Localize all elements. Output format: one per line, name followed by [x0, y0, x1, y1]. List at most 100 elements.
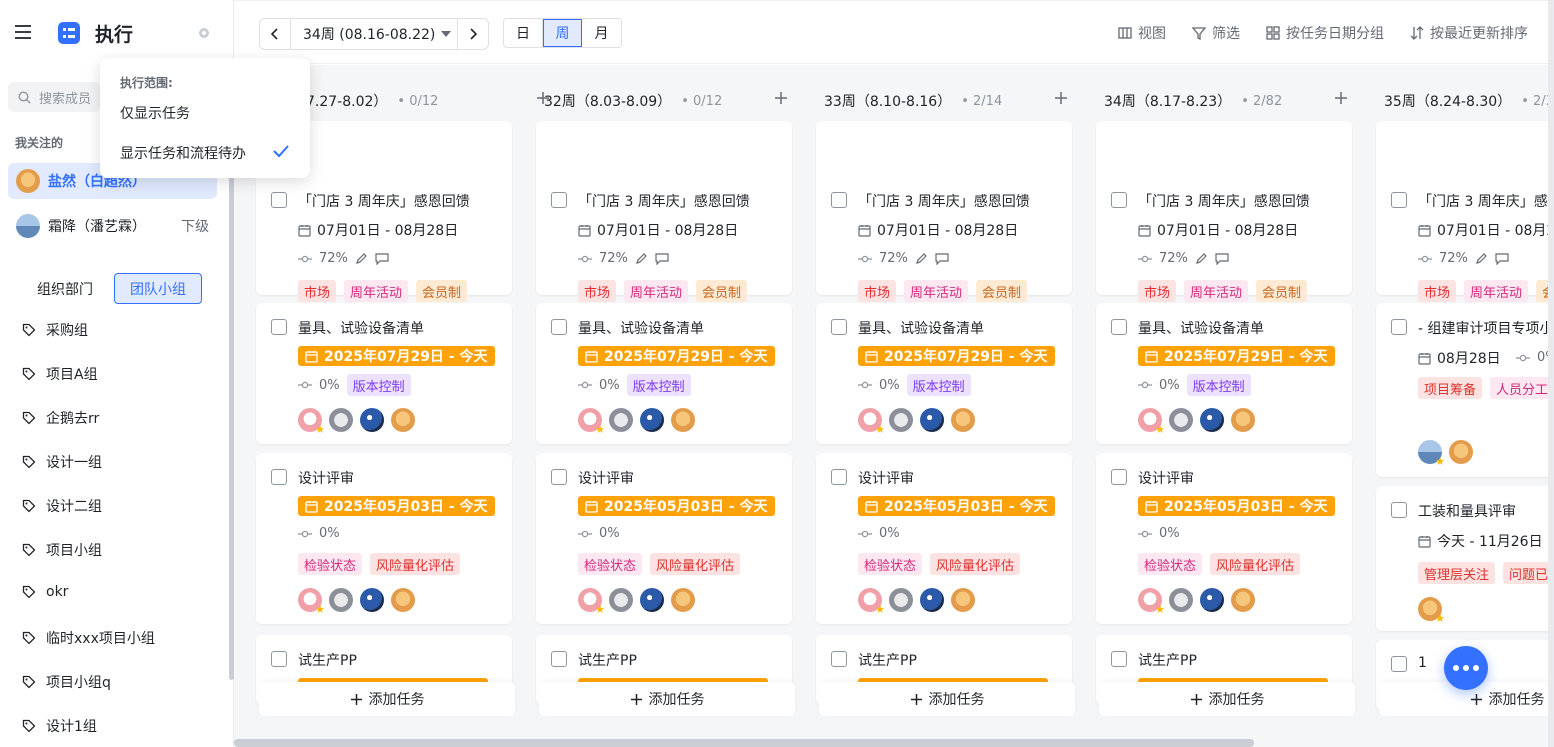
task-checkbox[interactable]	[1391, 192, 1407, 208]
comment-icon[interactable]	[1495, 252, 1509, 265]
avatar[interactable]	[329, 588, 353, 612]
add-task-button[interactable]: 添加任务	[539, 682, 795, 716]
group-item[interactable]: 项目小组q	[22, 672, 111, 692]
edit-icon[interactable]	[915, 252, 928, 265]
task-checkbox[interactable]	[1111, 651, 1127, 667]
group-item[interactable]: 项目A组	[22, 364, 98, 384]
avatar[interactable]	[951, 588, 975, 612]
person-item[interactable]: 霜降（潘艺霖） 下级	[8, 208, 217, 244]
task-checkbox[interactable]	[1111, 319, 1127, 335]
edit-icon[interactable]	[635, 252, 648, 265]
task-checkbox[interactable]	[1391, 502, 1407, 518]
add-task-button[interactable]: 添加任务	[259, 682, 515, 716]
task-checkbox[interactable]	[271, 319, 287, 335]
task-checkbox[interactable]	[271, 192, 287, 208]
task-card[interactable]: 设计评审 2025年05月03日 - 今天 0% 检验状态 风险量化评估 ★	[1096, 453, 1352, 624]
more-actions-button[interactable]	[1444, 646, 1488, 690]
avatar[interactable]	[1169, 408, 1193, 432]
avatar[interactable]	[889, 408, 913, 432]
avatar[interactable]	[329, 408, 353, 432]
task-card[interactable]: 量具、试验设备清单 2025年07月29日 - 今天 0% 版本控制 ★	[816, 303, 1072, 444]
group-item[interactable]: 设计1组	[22, 716, 97, 736]
avatar[interactable]	[391, 408, 415, 432]
group-item[interactable]: 采购组	[22, 320, 88, 340]
avatar[interactable]	[391, 588, 415, 612]
group-item[interactable]: 设计一组	[22, 452, 102, 472]
search-member-input[interactable]: 搜索成员	[8, 82, 100, 112]
avatar[interactable]	[1200, 588, 1224, 612]
tab-day[interactable]: 日	[504, 19, 543, 47]
task-card[interactable]: - 组建审计项目专项小组 08月28日 0% 项目筹备人员分工时间规划 ★	[1376, 303, 1548, 477]
add-icon[interactable]	[774, 91, 788, 105]
board-horizontal-scrollbar[interactable]	[234, 739, 1254, 747]
task-checkbox[interactable]	[831, 319, 847, 335]
option-tasks-only[interactable]: 仅显示任务	[120, 103, 190, 123]
sort-by-update-button[interactable]: 按最近更新排序	[1410, 23, 1528, 43]
avatar[interactable]	[951, 408, 975, 432]
avatar[interactable]: ★	[298, 588, 325, 615]
task-checkbox[interactable]	[831, 469, 847, 485]
avatar[interactable]	[671, 588, 695, 612]
filter-button[interactable]: 筛选	[1192, 23, 1240, 43]
avatar[interactable]	[920, 408, 944, 432]
avatar[interactable]: ★	[578, 408, 605, 435]
task-checkbox[interactable]	[831, 192, 847, 208]
avatar[interactable]	[1449, 440, 1473, 464]
view-button[interactable]: 视图	[1118, 23, 1166, 43]
avatar[interactable]: ★	[858, 408, 885, 435]
task-card[interactable]: 「门店 3 周年庆」感恩回馈 07月01日 - 08月28日 72% 市场周年活动会员…	[816, 121, 1072, 343]
add-icon[interactable]	[1054, 91, 1068, 105]
task-checkbox[interactable]	[1391, 319, 1407, 335]
add-task-button[interactable]: 添加任务	[819, 682, 1075, 716]
task-checkbox[interactable]	[271, 651, 287, 667]
comment-icon[interactable]	[375, 252, 389, 265]
task-checkbox[interactable]	[551, 319, 567, 335]
group-by-date-button[interactable]: 按任务日期分组	[1266, 23, 1384, 43]
task-card[interactable]: 「门店 3 周年庆」感恩回馈 07月01日 - 08月28日 72% 市场周年活动会员…	[1376, 121, 1548, 343]
tab-org-department[interactable]: 组织部门	[22, 273, 108, 304]
avatar[interactable]: ★	[858, 588, 885, 615]
avatar[interactable]	[671, 408, 695, 432]
task-card[interactable]: 设计评审 2025年05月03日 - 今天 0% 检验状态 风险量化评估 ★	[816, 453, 1072, 624]
avatar[interactable]	[1200, 408, 1224, 432]
task-card[interactable]: 「门店 3 周年庆」感恩回馈 07月01日 - 08月28日 72% 市场周年活动会员…	[1096, 121, 1352, 343]
prev-week-button[interactable]	[260, 28, 290, 40]
gear-icon[interactable]	[197, 26, 211, 40]
comment-icon[interactable]	[655, 252, 669, 265]
task-card[interactable]: 设计评审 2025年05月03日 - 今天 0% 检验状态 风险量化评估 ★	[536, 453, 792, 624]
avatar[interactable]	[609, 408, 633, 432]
task-card[interactable]: 设计评审 2025年05月03日 - 今天 0% 检验状态 风险量化评估 ★	[256, 453, 512, 624]
avatar[interactable]	[640, 588, 664, 612]
comment-icon[interactable]	[1215, 252, 1229, 265]
avatar[interactable]	[609, 588, 633, 612]
task-checkbox[interactable]	[551, 192, 567, 208]
avatar[interactable]	[1169, 588, 1193, 612]
group-item[interactable]: 企鹅去rr	[22, 408, 99, 428]
avatar[interactable]: ★	[1418, 440, 1445, 467]
menu-icon[interactable]	[14, 24, 32, 40]
next-week-button[interactable]	[458, 28, 488, 40]
task-card[interactable]: 量具、试验设备清单 2025年07月29日 - 今天 0% 版本控制 ★	[1096, 303, 1352, 444]
group-item[interactable]: 临时xxx项目小组	[22, 628, 155, 648]
task-checkbox[interactable]	[1111, 192, 1127, 208]
task-card[interactable]: 工装和量具评审今天 - 11月26日管理层关注问题已解决 ★	[1376, 486, 1548, 631]
avatar[interactable]	[889, 588, 913, 612]
task-card[interactable]: 量具、试验设备清单 2025年07月29日 - 今天 0% 版本控制 ★	[256, 303, 512, 444]
edit-icon[interactable]	[1195, 252, 1208, 265]
task-card[interactable]: 量具、试验设备清单 2025年07月29日 - 今天 0% 版本控制 ★	[536, 303, 792, 444]
task-checkbox[interactable]	[831, 651, 847, 667]
avatar[interactable]	[640, 408, 664, 432]
week-select[interactable]: 34周 (08.16-08.22)	[290, 19, 458, 49]
avatar[interactable]: ★	[1138, 588, 1165, 615]
task-checkbox[interactable]	[551, 469, 567, 485]
option-tasks-and-flows[interactable]: 显示任务和流程待办	[120, 143, 246, 163]
task-checkbox[interactable]	[1391, 656, 1407, 672]
add-icon[interactable]	[1334, 91, 1348, 105]
avatar[interactable]: ★	[578, 588, 605, 615]
avatar[interactable]	[1231, 588, 1255, 612]
avatar[interactable]	[1231, 408, 1255, 432]
group-item[interactable]: 项目小组	[22, 540, 102, 560]
avatar[interactable]	[920, 588, 944, 612]
edit-icon[interactable]	[1475, 252, 1488, 265]
tab-team-group[interactable]: 团队小组	[114, 273, 202, 304]
